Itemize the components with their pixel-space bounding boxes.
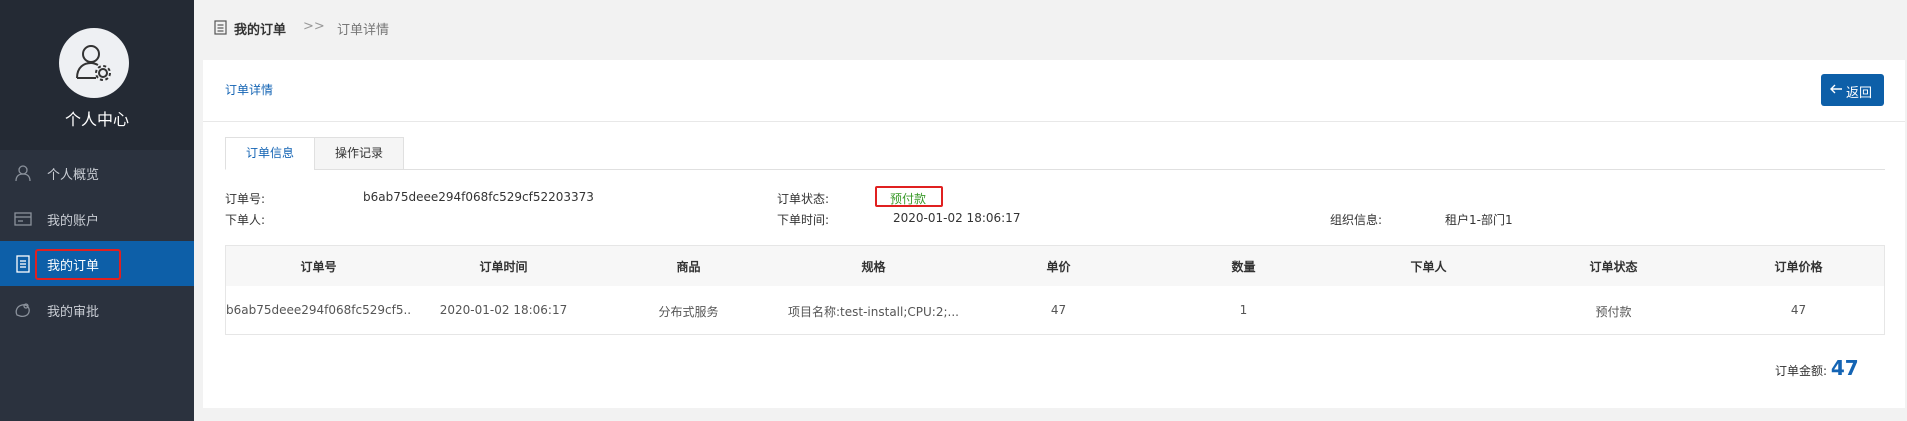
back-button[interactable]: 返回 — [1821, 74, 1884, 106]
cell-order-time: 2020-01-02 18:06:17 — [439, 303, 568, 317]
page-bottom — [194, 408, 1907, 421]
total-label: 订单金额: — [1775, 364, 1828, 378]
order-no-label: 订单号: — [225, 192, 266, 206]
document-icon — [214, 20, 227, 35]
document-icon — [16, 255, 30, 273]
orderer-label: 下单人: — [225, 213, 266, 227]
breadcrumb-current: 订单详情 — [337, 23, 390, 38]
sidebar-item-overview[interactable]: 个人概览 — [0, 150, 194, 195]
sidebar-item-label: 我的订单 — [47, 259, 100, 274]
order-no-value: b6ab75deee294f068fc529cf52203373 — [363, 190, 594, 204]
card-header: 订单详情 返回 — [203, 60, 1905, 122]
card-icon — [14, 212, 32, 226]
avatar[interactable] — [59, 28, 129, 98]
order-time-label: 下单时间: — [777, 213, 830, 227]
column-header: 规格 — [861, 260, 886, 274]
order-detail-card: 订单详情 返回 订单信息 操作记录 订单号: b6ab75deee294f068… — [203, 60, 1905, 408]
status-badge: 预付款 — [890, 192, 927, 206]
sidebar-item-label: 我的账户 — [47, 214, 100, 229]
arrow-left-icon — [1830, 84, 1842, 94]
user-outline-icon — [15, 165, 31, 182]
total-value: 47 — [1830, 356, 1859, 380]
cell-price: 47 — [1790, 303, 1807, 317]
column-header: 订单状态 — [1589, 260, 1638, 274]
cell-status: 预付款 — [1595, 305, 1632, 319]
tab-operation-log[interactable]: 操作记录 — [314, 137, 404, 170]
breadcrumb-separator: >> — [303, 19, 325, 34]
order-total: 订单金额: 47 — [1775, 356, 1859, 380]
breadcrumb: 我的订单 >> 订单详情 — [194, 0, 1907, 52]
order-items-table: 订单号 订单时间 商品 规格 单价 数量 下单人 订单状态 订单价格 b6ab7… — [225, 245, 1885, 335]
cell-quantity: 1 — [1239, 303, 1248, 317]
org-label: 组织信息: — [1330, 213, 1383, 227]
column-header: 订单时间 — [479, 260, 528, 274]
cell-product: 分布式服务 — [658, 305, 719, 319]
column-header: 下单人 — [1410, 260, 1447, 274]
sidebar-item-account[interactable]: 我的账户 — [0, 196, 194, 241]
column-header: 数量 — [1231, 260, 1256, 274]
org-value: 租户1-部门1 — [1445, 213, 1513, 227]
sidebar-item-label: 个人概览 — [47, 168, 100, 183]
sidebar-item-approvals[interactable]: 我的审批 — [0, 287, 194, 332]
breadcrumb-root[interactable]: 我的订单 — [234, 19, 286, 38]
sidebar-item-orders[interactable]: 我的订单 — [0, 241, 194, 286]
order-time-value: 2020-01-02 18:06:17 — [893, 211, 1021, 225]
user-settings-icon — [76, 45, 111, 81]
profile-header: 个人中心 — [0, 0, 194, 150]
tab-order-info[interactable]: 订单信息 — [225, 137, 315, 170]
approval-icon — [15, 303, 30, 318]
sidebar-item-label: 我的审批 — [47, 305, 100, 320]
cell-order-no: b6ab75deee294f068fc529cf5... — [226, 303, 411, 317]
column-header: 订单号 — [300, 260, 337, 274]
cell-spec: 项目名称:test-install;CPU:2;... — [788, 305, 959, 319]
column-header: 单价 — [1046, 260, 1071, 274]
cell-unit-price: 47 — [1050, 303, 1067, 317]
status-label: 订单状态: — [777, 192, 830, 206]
profile-title: 个人中心 — [64, 110, 129, 129]
sidebar: 个人中心 个人概览 我的账户 我的订单 我的审批 — [0, 0, 194, 421]
back-button-label: 返回 — [1846, 86, 1873, 101]
card-title: 订单详情 — [225, 83, 274, 97]
column-header: 订单价格 — [1774, 260, 1823, 274]
tab-bar: 订单信息 操作记录 — [225, 137, 1885, 170]
column-header: 商品 — [676, 260, 701, 274]
